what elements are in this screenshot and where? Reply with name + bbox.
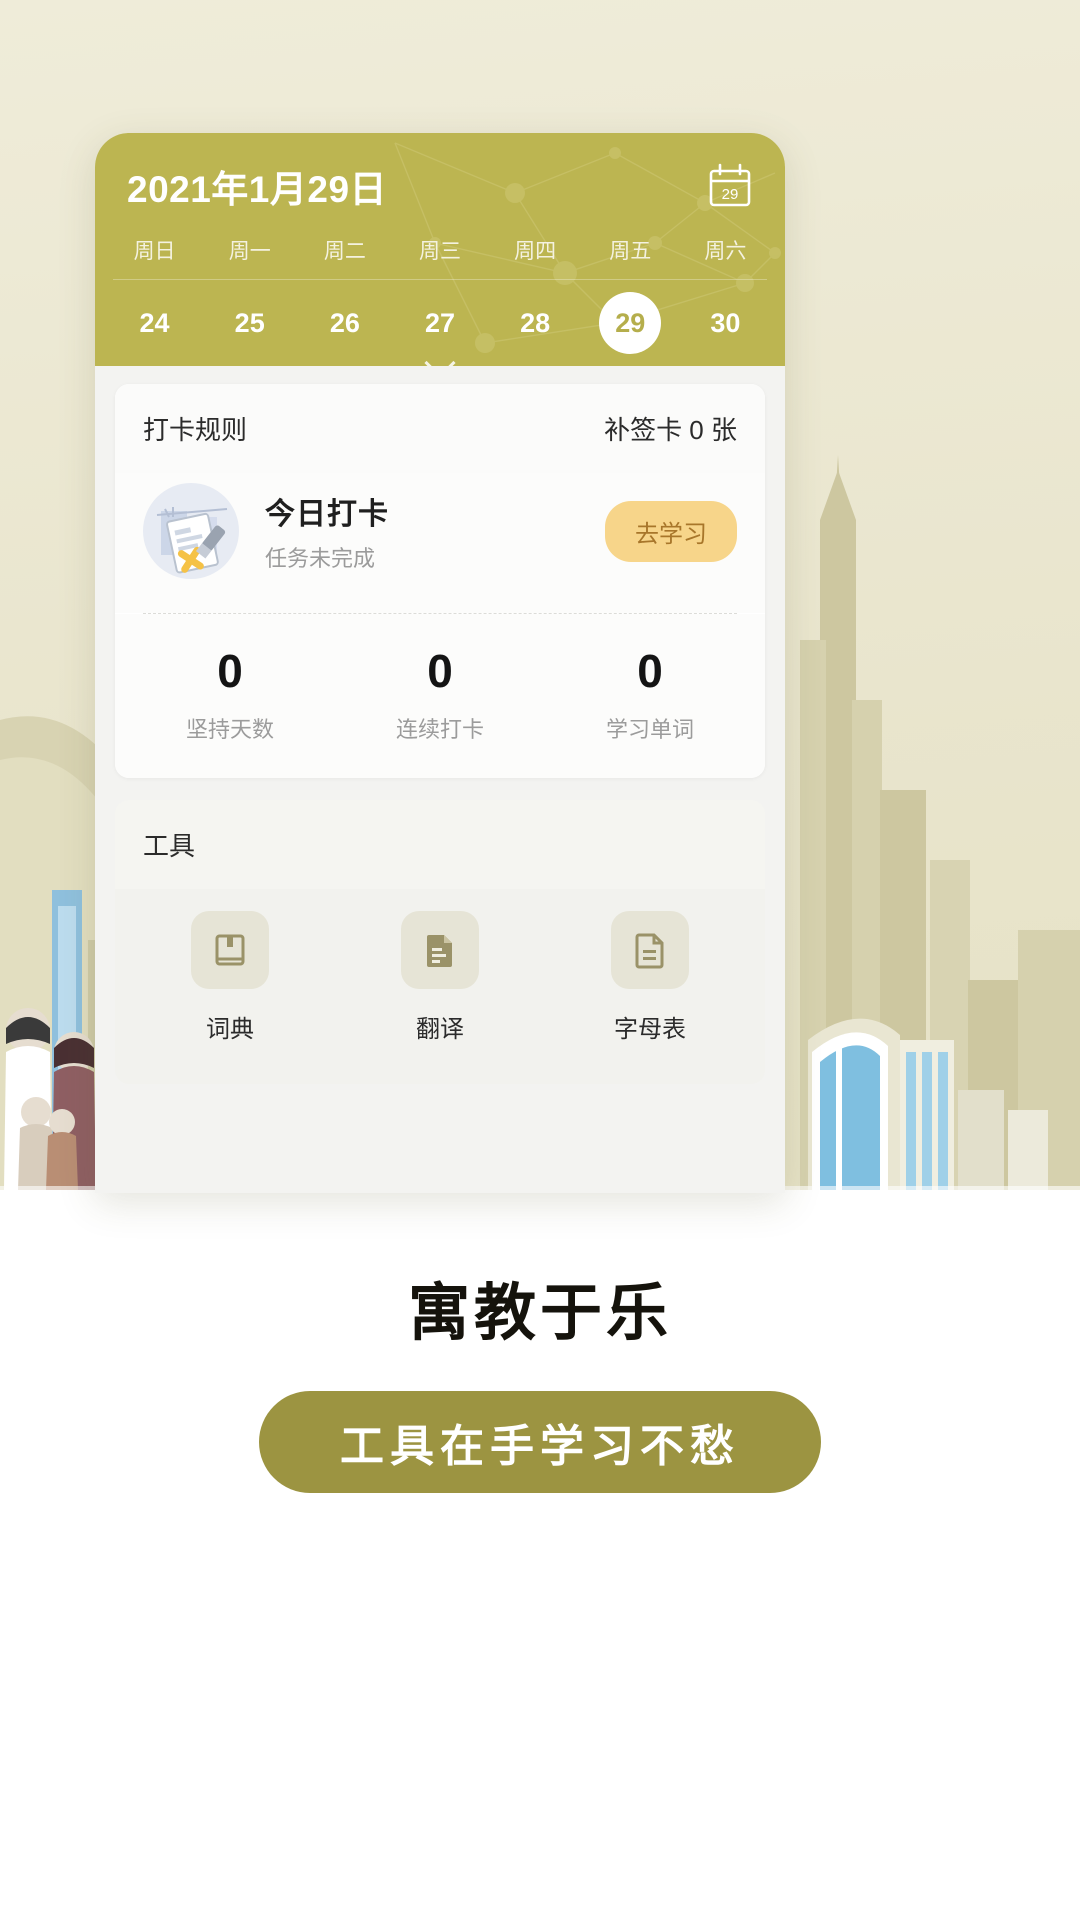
stat-words-learned: 0 学习单词 [545,644,755,744]
date-label-24: 24 [139,307,170,338]
date-label-30: 30 [710,307,741,338]
checklist-cross-icon [143,483,239,579]
tool-label: 词典 [206,1016,254,1043]
tools-row: 词典 翻译 字母表 [115,889,765,1084]
date-cell-26[interactable]: 26 [297,290,392,356]
calendar-icon-day: 29 [722,186,739,203]
stats-row: 0 坚持天数 0 连续打卡 0 学习单词 [115,614,765,778]
go-study-button[interactable]: 去学习 [605,500,737,562]
weekday-fri: 周五 [609,240,652,263]
date-cell-24[interactable]: 24 [107,290,202,356]
stat-value: 0 [637,645,663,697]
tool-label: 翻译 [416,1016,464,1043]
stat-value: 0 [427,645,453,697]
today-task-text: 今日打卡 任务未完成 [265,489,605,573]
stat-streak-days: 0 坚持天数 [125,644,335,744]
calendar-header-top: 2021年1月29日 29 [95,133,785,213]
weekday-sun: 周日 [133,240,176,263]
date-cell-28[interactable]: 28 [488,290,583,356]
calendar-header: 2021年1月29日 29 周日 周一 周二 周三 周四 周五 周六 24 25… [95,133,785,366]
date-cell-27[interactable]: 27 [392,290,487,356]
date-label-25: 25 [234,307,265,338]
stat-value: 0 [217,645,243,697]
stat-continuous-checkin: 0 连续打卡 [335,644,545,744]
weekday-wed: 周三 [418,240,461,263]
date-cell-29-selected[interactable]: 29 [583,290,678,356]
expand-calendar-button[interactable] [95,347,785,366]
stat-label: 连续打卡 [395,717,484,742]
weekday-mon: 周一 [228,240,271,263]
promo-tagline: 寓教于乐 [407,1279,672,1348]
date-cell-25[interactable]: 25 [202,290,297,356]
stat-label: 学习单词 [605,717,694,742]
date-label-28: 28 [520,307,551,338]
date-label-29: 29 [599,292,662,354]
date-label-27: 27 [424,307,455,338]
checkin-card-header: 打卡规则 补签卡 0 张 [115,384,765,473]
date-row: 24 25 26 27 28 29 30 [95,280,785,356]
weekday-row: 周日 周一 周二 周三 周四 周五 周六 [95,213,785,279]
translate-doc-icon [401,911,479,989]
checkin-rules-link[interactable]: 打卡规则 [143,410,247,447]
tool-item-translate[interactable]: 翻译 [335,911,545,1044]
document-lines-icon [611,911,689,989]
phone-content: 打卡规则 补签卡 0 张 今日打卡 任务未完成 去学习 0 坚持天数 0 连续打… [95,366,785,1193]
makeup-card-count[interactable]: 补签卡 0 张 [604,410,737,447]
tool-item-alphabet[interactable]: 字母表 [545,911,755,1044]
today-task-title: 今日打卡 [265,498,389,531]
stat-label: 坚持天数 [185,717,274,742]
date-label-26: 26 [329,307,360,338]
tool-item-dictionary[interactable]: 词典 [125,911,335,1044]
calendar-29-icon[interactable]: 29 [707,163,753,209]
weekday-sat: 周六 [704,240,747,263]
checkin-card: 打卡规则 补签卡 0 张 今日打卡 任务未完成 去学习 0 坚持天数 0 连续打… [115,384,765,778]
today-task-row: 今日打卡 任务未完成 去学习 [115,473,765,613]
weekday-tue: 周二 [323,240,366,263]
phone-mockup: 2021年1月29日 29 周日 周一 周二 周三 周四 周五 周六 24 25… [95,133,785,1193]
page-title: 2021年1月29日 [127,169,388,210]
tools-card-title: 工具 [115,800,765,889]
today-task-status: 任务未完成 [265,546,376,571]
date-cell-30[interactable]: 30 [678,290,773,356]
tools-card: 工具 词典 翻译 字母表 [115,800,765,1084]
tool-label: 字母表 [614,1016,686,1043]
book-icon [191,911,269,989]
weekday-thu: 周四 [514,240,557,263]
promo-cta-button[interactable]: 工具在手学习不愁 [259,1391,821,1493]
